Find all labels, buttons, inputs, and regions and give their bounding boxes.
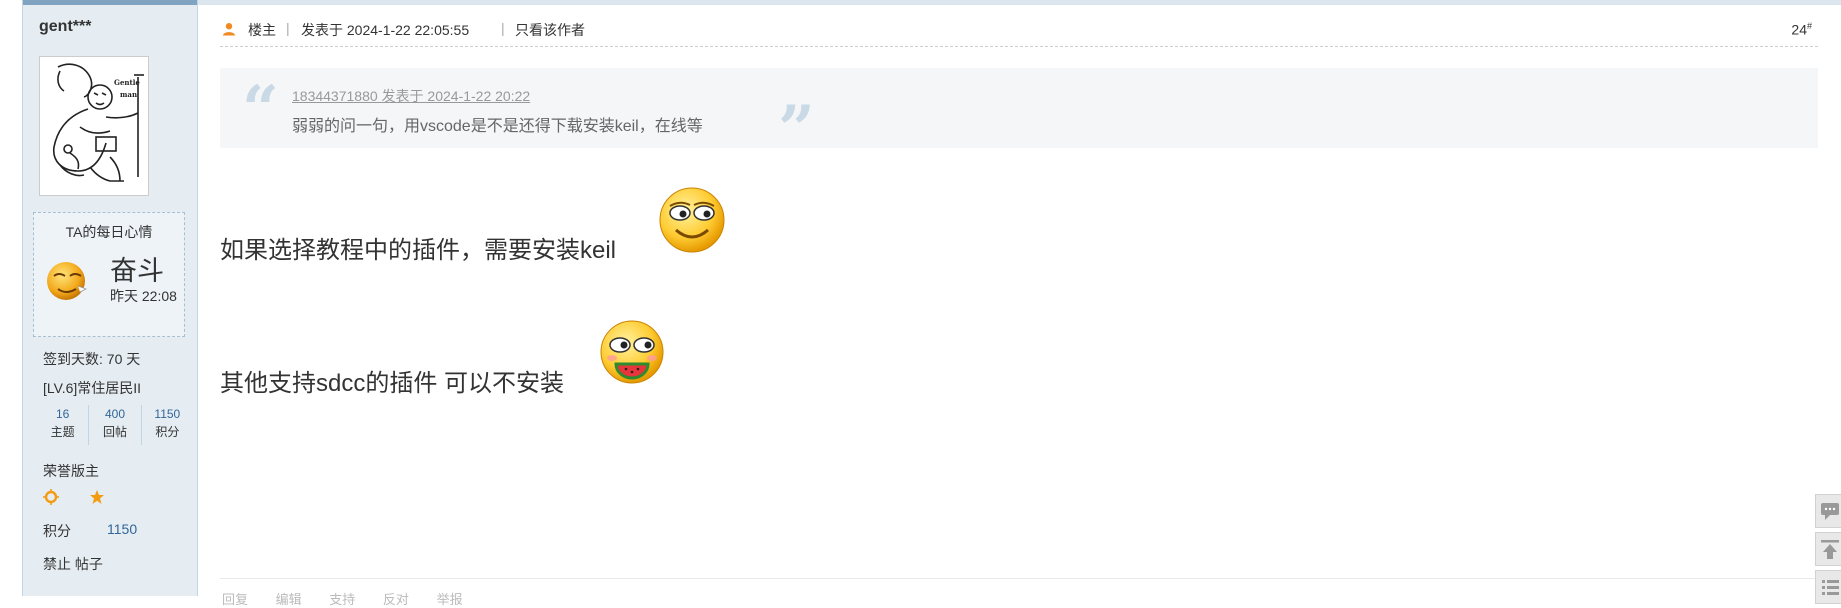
score-value: 1150: [107, 521, 138, 537]
svg-text:Gentle: Gentle: [114, 78, 140, 87]
only-author-link[interactable]: 只看该作者: [515, 20, 585, 40]
oppose-button[interactable]: 反对: [383, 592, 409, 607]
list-icon: [1822, 580, 1839, 595]
struggle-face-icon: [47, 262, 87, 300]
stat-credits-num[interactable]: 1150: [142, 405, 193, 423]
stat-replies[interactable]: 400 回帖: [89, 405, 142, 445]
floating-toolbar: [1815, 494, 1841, 608]
author-name[interactable]: gent***: [39, 18, 91, 36]
avatar-sketch-image: Gentle man: [40, 57, 148, 195]
separator: |: [286, 20, 290, 36]
quote-text: 弱弱的问一句，用vscode是不是还得下载安装keil，在线等: [292, 118, 703, 135]
report-button[interactable]: 举报: [437, 592, 463, 607]
avatar[interactable]: Gentle man: [39, 56, 149, 196]
quick-reply-button[interactable]: [1815, 494, 1841, 528]
honor-title: 荣誉版主: [43, 463, 99, 479]
user-stats: 16 主题 400 回帖 1150 积分: [37, 405, 193, 445]
floor-number[interactable]: 24#: [1791, 21, 1812, 38]
reply-button[interactable]: 回复: [222, 592, 248, 607]
back-to-top-button[interactable]: [1815, 532, 1841, 566]
score-label: 积分: [43, 523, 71, 539]
stat-replies-label: 回帖: [102, 425, 127, 439]
post-content-line: 如果选择教程中的插件，需要安装keil: [220, 237, 617, 264]
user-icon: [223, 23, 235, 36]
separator: |: [501, 20, 505, 36]
stat-threads-num[interactable]: 16: [37, 405, 88, 423]
medal-row: [43, 489, 105, 505]
svg-text:man: man: [120, 90, 137, 99]
user-level[interactable]: [LV.6]常住居民II: [43, 378, 141, 398]
page-top-border: [0, 0, 1841, 5]
floor-number-value[interactable]: 24: [1791, 22, 1807, 38]
mood-time: 昨天 22:08: [110, 288, 177, 304]
original-poster-label: 楼主: [248, 22, 276, 38]
stat-threads-label: 主题: [50, 425, 75, 439]
daily-mood-panel: TA的每日心情 奋斗 昨天 22:08: [33, 212, 185, 337]
moon-medal-icon: [72, 490, 79, 504]
sun-medal-icon: [43, 489, 59, 505]
stat-replies-num[interactable]: 400: [89, 405, 140, 423]
post-actions: 回复 编辑 支持 反对 举报: [222, 589, 487, 608]
quote-block: “ 18344371880 发表于 2024-1-22 20:22 弱弱的问一句…: [220, 68, 1818, 162]
edit-button[interactable]: 编辑: [276, 592, 302, 607]
ban-posts: 禁止 帖子: [43, 556, 103, 572]
stat-credits[interactable]: 1150 积分: [142, 405, 193, 445]
checkin-days: 签到天数: 70 天: [43, 351, 141, 367]
mood-title: TA的每日心情: [65, 224, 153, 240]
smirk-emoji-icon: [659, 187, 725, 253]
floor-suffix: #: [1806, 21, 1812, 31]
return-list-button[interactable]: [1815, 570, 1841, 604]
support-button[interactable]: 支持: [329, 592, 355, 607]
quote-author-link[interactable]: 18344371880 发表于 2024-1-22 20:22: [292, 86, 530, 106]
stat-threads[interactable]: 16 主题: [37, 405, 90, 445]
post-content-line: 其他支持sdcc的插件 可以不安装: [220, 370, 565, 397]
comment-icon: [1821, 503, 1839, 520]
mood-word: 奋斗: [110, 256, 164, 286]
arrow-up-icon: [1821, 540, 1839, 559]
sidebar-top-bar: [23, 0, 197, 5]
star-medal-icon: [90, 490, 104, 504]
post-footer-divider: [220, 578, 1818, 579]
close-quote-icon: ”: [778, 92, 815, 167]
author-sidebar: gent*** Gentle man TA的每日心情 奋斗 昨天 22:08 签…: [22, 0, 198, 596]
open-quote-icon: “: [242, 72, 279, 147]
post-header: 楼主 | 发表于 2024-1-22 22:05:55 | 只看该作者 24#: [220, 18, 1818, 47]
stat-credits-label: 积分: [155, 425, 180, 439]
left-gutter: [0, 0, 22, 596]
watermelon-emoji-icon: [600, 320, 664, 384]
post-date: 发表于 2024-1-22 22:05:55: [301, 22, 470, 38]
